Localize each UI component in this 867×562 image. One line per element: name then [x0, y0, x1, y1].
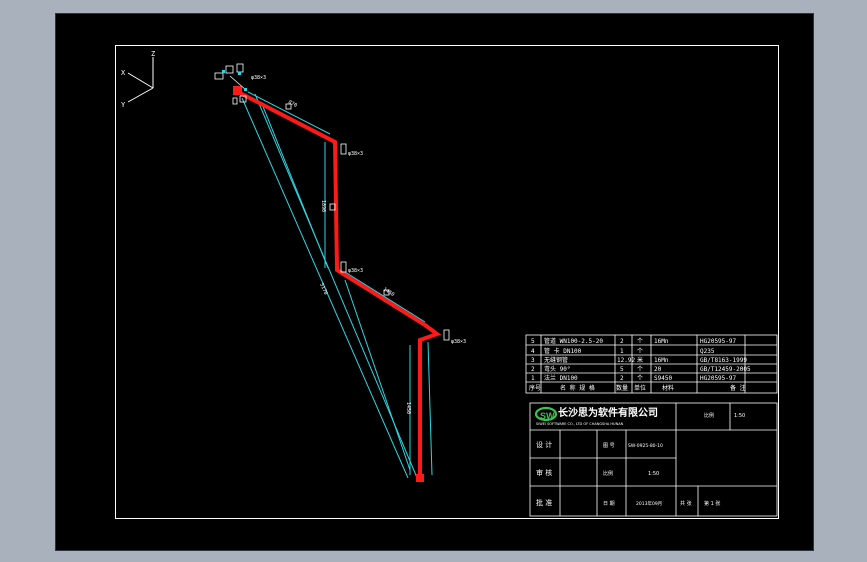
sheet-value: 第 1 张 [704, 500, 720, 507]
x-axis-label: X [121, 69, 126, 77]
bom-row-name: 管 卡 DN100 [544, 347, 582, 355]
bom-row-no: 4 [531, 348, 535, 355]
bom-row-material: 16Mn [654, 338, 669, 345]
scale-value-2: 1:50 [648, 471, 659, 477]
bom-row-standard: HG20595-97 [700, 338, 737, 345]
drawing-no-label: 图 号 [603, 443, 615, 449]
bom-row-qty: 2 [620, 338, 624, 345]
scale-value: 1:50 [734, 413, 745, 419]
bom-row-name: 管道 WN100-2.5-20 [544, 337, 603, 345]
bom-row-unit: 个 [637, 348, 643, 355]
fitting-box-1 [214, 72, 224, 80]
bom-row-name: 法兰 DN100 [544, 374, 578, 382]
bom-row-no: 3 [531, 357, 535, 364]
drawing-no-value: SW-0925-80-10 [628, 443, 663, 449]
pipe-end-flange [416, 474, 424, 482]
pipe-label-lower-elbow: φ38×3 [451, 339, 466, 345]
bom-header-material: 材料 [662, 384, 674, 392]
y-axis-line [127, 87, 154, 103]
bom-row-no: 2 [531, 366, 535, 373]
elbow-markers [285, 103, 450, 341]
bom-header-no: 序号 [529, 384, 541, 392]
elbow-marker-2 [340, 261, 347, 273]
elbow-marker-3 [443, 329, 450, 341]
fitting-box-5 [232, 97, 238, 105]
bom-row-name: 弯头 90° [544, 365, 570, 373]
bom-header-name: 名 称 规 格 [560, 384, 595, 392]
bom-row-unit: 个 [637, 338, 643, 345]
svg-text:SW: SW [540, 411, 555, 421]
pipe-start-flange [233, 86, 242, 95]
bom-header-unit: 单位 [634, 384, 646, 392]
title-block-grid [529, 402, 778, 517]
check-label: 审 核 [536, 468, 552, 477]
pipe-label-upper-elbow: φ38×3 [348, 151, 363, 157]
date-value: 2013年09月 [636, 500, 662, 507]
bom-header-qty: 数量 [616, 384, 628, 392]
isometric-pipe-drawing: Z X Y φ38×3 φ38×3 φ38×3 φ38×3 870 1890 5… [121, 50, 778, 517]
design-label: 设 计 [536, 440, 552, 449]
bom-row-material: 20 [654, 366, 662, 373]
sheet-label: 共 张 [680, 500, 692, 507]
z-axis-label: Z [151, 50, 155, 58]
fitting-box-3 [236, 63, 244, 73]
bom-row-unit: 个 [637, 375, 643, 382]
dim-extension-3 [427, 341, 433, 476]
date-label: 日 期 [603, 501, 615, 507]
bom-row-unit: 个 [637, 366, 643, 373]
bom-header-standard: 备 注 [730, 384, 746, 392]
bom-row-no: 5 [531, 338, 535, 345]
bom-row-qty: 12.92 [617, 357, 635, 364]
pipe-label-middle-elbow: φ38×3 [348, 268, 363, 274]
dim-label-seg1: 870 [287, 99, 298, 108]
elbow-marker-1 [340, 143, 347, 155]
dim-label-long-diagonal: 5170 [318, 282, 328, 295]
bom-row-standard: HG20595-97 [700, 375, 737, 382]
bom-row-name: 无缝钢管 [544, 356, 568, 364]
y-axis-label: Y [121, 101, 126, 109]
top-fittings [214, 63, 247, 105]
bom-row-unit: 米 [637, 356, 643, 364]
scale-label-2: 比例 [603, 470, 613, 477]
scale-label: 比例 [704, 412, 714, 419]
fitting-box-2 [225, 65, 234, 74]
bom-row-standard: Q235 [700, 348, 715, 355]
bom-row-qty: 5 [620, 366, 624, 373]
bom-row-qty: 1 [620, 348, 624, 355]
company-name-en: SIWEI SOFTWARE CO., LTD OF CHANGSHA HUNA… [536, 422, 624, 426]
dim-seg1 [247, 91, 331, 135]
axis-indicator [127, 57, 154, 103]
company-name: 长沙思为软件有限公司 [558, 406, 658, 419]
pipe-route [237, 90, 442, 478]
bom-row-standard: GB/T12459-2005 [700, 366, 751, 373]
bom-row-material: S9450 [654, 375, 672, 382]
bom-row-no: 1 [531, 375, 535, 382]
company-logo: SW [534, 406, 558, 422]
approve-label: 批 准 [536, 498, 552, 507]
bom-row-standard: GB/T8163-1999 [700, 357, 747, 364]
bom-row-qty: 2 [620, 375, 624, 382]
x-axis-line [127, 72, 154, 89]
pipe-label-top: φ38×3 [251, 75, 266, 81]
dim-label-lower-vertical: 1450 [405, 402, 411, 414]
dim-label-vertical: 1890 [320, 200, 326, 212]
bom-row-material: 16Mn [654, 357, 669, 364]
dim-extension-1 [261, 103, 329, 269]
